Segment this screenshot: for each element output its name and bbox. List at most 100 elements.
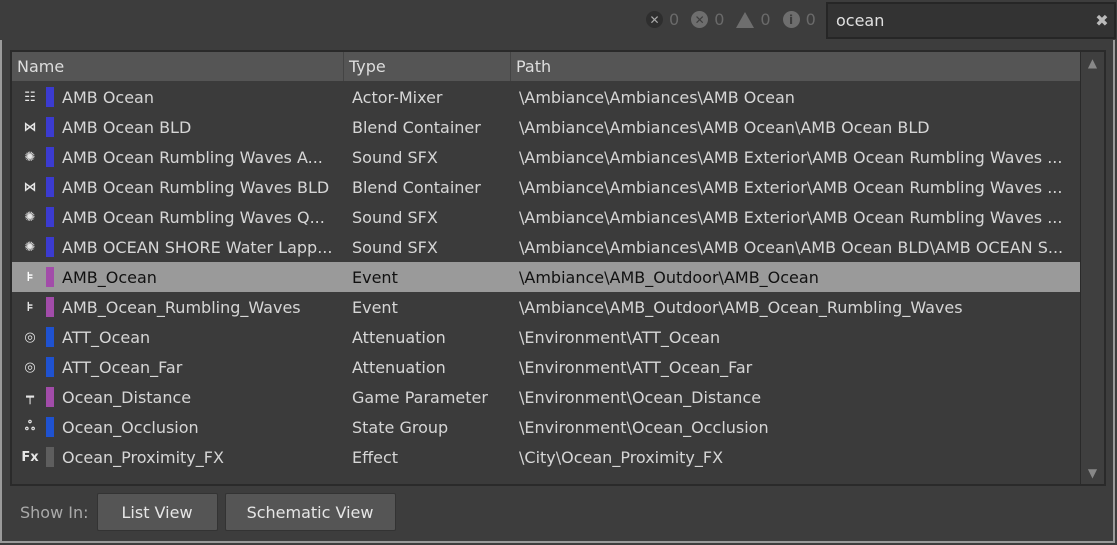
table-row[interactable]: Fx Ocean_Proximity_FX Effect \City\Ocean_Pr… bbox=[12, 442, 1080, 472]
color-swatch bbox=[46, 267, 54, 287]
state-group-icon: ஃ bbox=[24, 419, 36, 434]
cell-type: Attenuation bbox=[352, 327, 446, 347]
status-counts: ✕ 0 ✕ 0 0 i0 bbox=[640, 10, 816, 29]
critical-icon[interactable]: ✕ bbox=[691, 11, 709, 28]
cell-path: \Ambiance\Ambiances\AMB Ocean bbox=[519, 87, 795, 107]
table-row[interactable]: ✺ AMB Ocean Rumbling Waves Q... Sound SFX \… bbox=[12, 202, 1080, 232]
cell-type: Game Parameter bbox=[352, 387, 488, 407]
table-row[interactable]: ⋈ AMB Ocean BLD Blend Container \Ambiance\A… bbox=[12, 112, 1080, 142]
cell-type: Sound SFX bbox=[352, 207, 438, 227]
table-row[interactable]: ✺ AMB OCEAN SHORE Water Lapp... Sound SFX \… bbox=[12, 232, 1080, 262]
cell-name: ✺ AMB OCEAN SHORE Water Lapp... bbox=[12, 237, 344, 257]
table-row[interactable]: ⊧ AMB_Ocean_Rumbling_Waves Event \Ambiance\… bbox=[12, 292, 1080, 322]
table-row[interactable]: ஃ Ocean_Occlusion State Group \Environment\… bbox=[12, 412, 1080, 442]
cell-name: ✺ AMB Ocean Rumbling Waves A... bbox=[12, 147, 344, 167]
warning-icon[interactable] bbox=[736, 11, 755, 28]
cell-type: Sound SFX bbox=[352, 147, 438, 167]
search-box: ✖ bbox=[826, 2, 1116, 39]
cell-type: Attenuation bbox=[352, 357, 446, 377]
cell-name: ✺ AMB Ocean Rumbling Waves Q... bbox=[12, 207, 344, 227]
cell-path: \Ambiance\AMB_Outdoor\AMB_Ocean bbox=[519, 267, 819, 287]
cell-name: ◎ ATT_Ocean_Far bbox=[12, 357, 344, 377]
cell-name: ⋈ AMB Ocean Rumbling Waves BLD bbox=[12, 177, 344, 197]
info-count: 0 bbox=[805, 10, 816, 29]
cell-name: ஃ Ocean_Occlusion bbox=[12, 417, 344, 437]
sound-sfx-icon: ✺ bbox=[24, 149, 36, 165]
color-swatch bbox=[46, 237, 54, 257]
cell-name: ⊧ AMB_Ocean bbox=[12, 267, 344, 287]
table-row[interactable]: ⊧ AMB_Ocean Event \Ambiance\AMB_Outdoor\AMB… bbox=[12, 262, 1080, 292]
color-swatch bbox=[46, 327, 54, 347]
vertical-scrollbar[interactable]: ▲ ▼ bbox=[1080, 52, 1104, 484]
results-table: Name Type Path ☷ AMB Ocean Actor-Mixer \Amb… bbox=[10, 50, 1106, 486]
table-row[interactable]: ◎ ATT_Ocean_Far Attenuation \Environment\AT… bbox=[12, 352, 1080, 382]
show-in-label: Show In: bbox=[20, 502, 89, 522]
cell-path: \Environment\Ocean_Distance bbox=[519, 387, 762, 407]
actor-mixer-icon: ☷ bbox=[24, 89, 36, 105]
color-swatch bbox=[46, 447, 54, 467]
effect-icon: Fx bbox=[21, 449, 39, 465]
item-name: AMB Ocean Rumbling Waves Q... bbox=[62, 207, 325, 227]
cell-path: \Ambiance\Ambiances\AMB Ocean\AMB Ocean … bbox=[519, 117, 930, 137]
color-swatch bbox=[46, 207, 54, 227]
column-path[interactable]: Path bbox=[511, 52, 1080, 81]
scroll-down-icon[interactable]: ▼ bbox=[1081, 462, 1104, 484]
schematic-view-button[interactable]: Schematic View bbox=[224, 493, 396, 531]
warning-count: 0 bbox=[760, 10, 771, 29]
cell-name: ☷ AMB Ocean bbox=[12, 87, 344, 107]
column-name[interactable]: Name bbox=[12, 52, 344, 81]
cell-path: \Environment\ATT_Ocean bbox=[519, 327, 721, 347]
item-name: Ocean_Occlusion bbox=[62, 417, 199, 437]
item-name: AMB_Ocean bbox=[62, 267, 157, 287]
game-parameter-icon: ┯ bbox=[26, 389, 34, 405]
item-name: ATT_Ocean bbox=[62, 327, 151, 347]
table-body: ☷ AMB Ocean Actor-Mixer \Ambiance\Ambiances… bbox=[12, 82, 1080, 472]
error-icon[interactable]: ✕ bbox=[646, 11, 663, 28]
table-row[interactable]: ┯ Ocean_Distance Game Parameter \Environmen… bbox=[12, 382, 1080, 412]
color-swatch bbox=[46, 297, 54, 317]
clear-search-icon[interactable]: ✖ bbox=[1090, 11, 1114, 30]
search-input[interactable] bbox=[836, 11, 1090, 30]
cell-type: Event bbox=[352, 267, 398, 287]
info-icon[interactable]: i bbox=[782, 11, 800, 28]
scroll-up-icon[interactable]: ▲ bbox=[1081, 52, 1104, 74]
attenuation-icon: ◎ bbox=[24, 329, 36, 345]
sound-sfx-icon: ✺ bbox=[24, 209, 36, 225]
item-name: Ocean_Distance bbox=[62, 387, 192, 407]
sound-sfx-icon: ✺ bbox=[24, 239, 36, 255]
blend-container-icon: ⋈ bbox=[23, 179, 37, 195]
cell-name: ◎ ATT_Ocean bbox=[12, 327, 344, 347]
cell-type: Sound SFX bbox=[352, 237, 438, 257]
item-name: AMB Ocean Rumbling Waves A... bbox=[62, 147, 323, 167]
cell-name: ⊧ AMB_Ocean_Rumbling_Waves bbox=[12, 297, 344, 317]
item-name: ATT_Ocean_Far bbox=[62, 357, 183, 377]
table-row[interactable]: ✺ AMB Ocean Rumbling Waves A... Sound SFX \… bbox=[12, 142, 1080, 172]
column-type[interactable]: Type bbox=[344, 52, 511, 81]
footer: Show In: List View Schematic View bbox=[20, 493, 403, 531]
item-name: AMB Ocean Rumbling Waves BLD bbox=[62, 177, 330, 197]
cell-path: \Ambiance\Ambiances\AMB Exterior\AMB Oce… bbox=[519, 207, 1063, 227]
list-view-button[interactable]: List View bbox=[96, 493, 218, 531]
cell-name: ┯ Ocean_Distance bbox=[12, 387, 344, 407]
table-row[interactable]: ◎ ATT_Ocean Attenuation \Environment\ATT_Oc… bbox=[12, 322, 1080, 352]
color-swatch bbox=[46, 417, 54, 437]
cell-path: \Ambiance\Ambiances\AMB Exterior\AMB Oce… bbox=[519, 177, 1063, 197]
item-name: AMB Ocean BLD bbox=[62, 117, 192, 137]
cell-type: Effect bbox=[352, 447, 399, 467]
item-name: AMB Ocean bbox=[62, 87, 154, 107]
blend-container-icon: ⋈ bbox=[23, 119, 37, 135]
color-swatch bbox=[46, 357, 54, 377]
cell-path: \Ambiance\AMB_Outdoor\AMB_Ocean_Rumbling… bbox=[519, 297, 963, 317]
cell-type: Event bbox=[352, 297, 398, 317]
color-swatch bbox=[46, 87, 54, 107]
color-swatch bbox=[46, 177, 54, 197]
table-row[interactable]: ☷ AMB Ocean Actor-Mixer \Ambiance\Ambiances… bbox=[12, 82, 1080, 112]
item-name: Ocean_Proximity_FX bbox=[62, 447, 224, 467]
table-header: Name Type Path bbox=[12, 52, 1080, 81]
item-name: AMB OCEAN SHORE Water Lapp... bbox=[62, 237, 333, 257]
cell-type: Blend Container bbox=[352, 117, 481, 137]
table-row[interactable]: ⋈ AMB Ocean Rumbling Waves BLD Blend Conta… bbox=[12, 172, 1080, 202]
cell-path: \Environment\Ocean_Occlusion bbox=[519, 417, 769, 437]
item-name: AMB_Ocean_Rumbling_Waves bbox=[62, 297, 301, 317]
cell-path: \Ambiance\Ambiances\AMB Exterior\AMB Oce… bbox=[519, 147, 1063, 167]
